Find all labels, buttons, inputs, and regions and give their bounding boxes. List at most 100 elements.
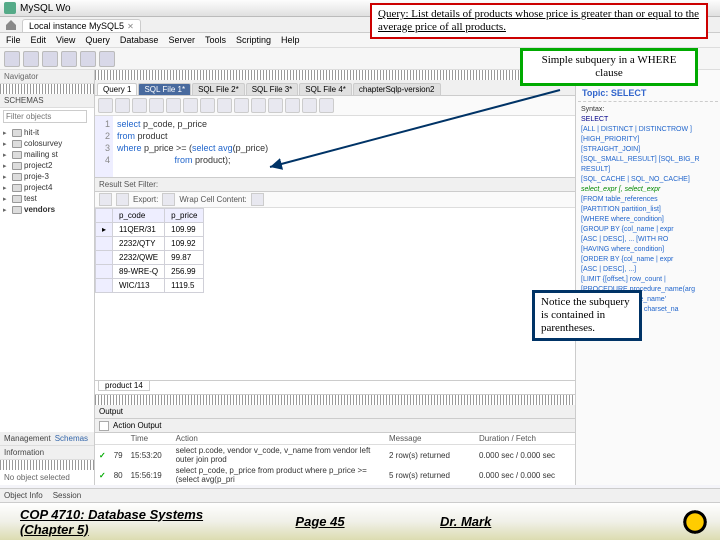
execute-current-icon[interactable] — [149, 98, 164, 113]
query-tab[interactable]: chapterSqlp-version2 — [353, 83, 441, 95]
export-icon[interactable] — [162, 193, 175, 206]
topic-label: Topic: — [582, 88, 608, 98]
footer-right: Dr. Mark — [380, 514, 680, 529]
status-bar: Object Info Session — [0, 488, 720, 502]
panel-divider — [95, 395, 575, 405]
filter-icon[interactable] — [116, 193, 129, 206]
wrap-icon[interactable] — [319, 98, 334, 113]
menu-file[interactable]: File — [6, 35, 21, 45]
output-row[interactable]: ✓7915:53:20select p.code, vendor v_code,… — [95, 445, 575, 466]
expand-icon[interactable]: ▸ — [3, 195, 10, 203]
open-sql-icon[interactable] — [23, 51, 39, 67]
find-icon[interactable] — [285, 98, 300, 113]
schema-filter-input[interactable] — [3, 110, 87, 123]
query-tab[interactable]: SQL File 1* — [138, 83, 191, 95]
schema-item[interactable]: ▸mailing st — [3, 149, 91, 160]
execute-icon[interactable] — [132, 98, 147, 113]
save-file-icon[interactable] — [115, 98, 130, 113]
database-icon — [12, 206, 22, 214]
explain-icon[interactable] — [166, 98, 181, 113]
query-tab[interactable]: SQL File 3* — [246, 83, 299, 95]
object-info-label[interactable]: Object Info — [4, 491, 43, 500]
menu-server[interactable]: Server — [168, 35, 195, 45]
no-object-label: No object selected — [0, 470, 94, 485]
result-grid[interactable]: p_codep_price ▸11QER/31109.99 2232/QTY10… — [95, 208, 575, 380]
expand-icon[interactable]: ▸ — [3, 140, 10, 148]
menu-tools[interactable]: Tools — [205, 35, 226, 45]
new-view-icon[interactable] — [61, 51, 77, 67]
window-title: MySQL Wo — [20, 3, 71, 14]
schema-tree: ▸hit-it ▸colosurvey ▸mailing st ▸project… — [0, 125, 94, 432]
stop-icon[interactable] — [183, 98, 198, 113]
new-sql-icon[interactable] — [4, 51, 20, 67]
menu-edit[interactable]: Edit — [31, 35, 47, 45]
close-icon[interactable]: ✕ — [127, 22, 134, 31]
col-header[interactable]: p_price — [165, 209, 204, 223]
export-label: Export: — [133, 195, 158, 204]
commit-icon[interactable] — [200, 98, 215, 113]
grid-icon[interactable] — [99, 193, 112, 206]
query-toolbar — [95, 96, 575, 116]
expand-icon[interactable]: ▸ — [3, 162, 10, 170]
syntax-text: Syntax: SELECT [ALL | DISTINCT | DISTINC… — [578, 102, 718, 318]
invisible-icon[interactable] — [302, 98, 317, 113]
logo-icon — [680, 507, 710, 537]
context-help-panel: ◂ ▸ SELECT Topic: SELECT Syntax: SELECT … — [575, 70, 720, 485]
table-row[interactable]: WIC/1131119.5 — [96, 279, 204, 293]
home-icon[interactable] — [4, 18, 18, 32]
schema-item[interactable]: ▸proje-3 — [3, 171, 91, 182]
query-tab[interactable]: SQL File 2* — [192, 83, 245, 95]
session-label[interactable]: Session — [53, 491, 81, 500]
code-area[interactable]: select p_code, p_price from product wher… — [113, 116, 575, 177]
success-icon: ✓ — [95, 465, 110, 485]
query-tab[interactable]: SQL File 4* — [299, 83, 352, 95]
menu-view[interactable]: View — [56, 35, 75, 45]
menu-database[interactable]: Database — [120, 35, 159, 45]
beautify-icon[interactable] — [268, 98, 283, 113]
schema-item[interactable]: ▸hit-it — [3, 127, 91, 138]
table-row[interactable]: 2232/QWE99.87 — [96, 251, 204, 265]
rollback-icon[interactable] — [217, 98, 232, 113]
autocommit-icon[interactable] — [234, 98, 249, 113]
schema-item[interactable]: ▸test — [3, 193, 91, 204]
expand-icon[interactable]: ▸ — [3, 184, 10, 192]
database-icon — [12, 184, 22, 192]
output-row[interactable]: ✓8015:56:19select p_code, p_price from p… — [95, 465, 575, 485]
expand-icon[interactable]: ▸ — [3, 151, 10, 159]
menu-query[interactable]: Query — [85, 35, 110, 45]
database-icon — [12, 129, 22, 137]
schema-item[interactable]: ▸vendors — [3, 204, 91, 215]
open-file-icon[interactable] — [98, 98, 113, 113]
management-tab[interactable]: Management — [4, 434, 51, 443]
sql-editor[interactable]: 1234 select p_code, p_price from product… — [95, 116, 575, 178]
query-tab[interactable]: Query 1 — [97, 83, 137, 95]
navigator-header: Navigator — [0, 70, 94, 84]
annotation-query: Query: List details of products whose pr… — [370, 3, 708, 39]
new-proc-icon[interactable] — [80, 51, 96, 67]
schema-item[interactable]: ▸project4 — [3, 182, 91, 193]
schema-item[interactable]: ▸colosurvey — [3, 138, 91, 149]
schema-item[interactable]: ▸project2 — [3, 160, 91, 171]
table-row[interactable]: 2232/QTY109.92 — [96, 237, 204, 251]
col-header[interactable]: p_code — [113, 209, 165, 223]
schemas-tab[interactable]: Schemas — [55, 434, 88, 443]
wrap-label: Wrap Cell Content: — [179, 195, 246, 204]
output-type-dropdown[interactable] — [99, 421, 109, 431]
new-func-icon[interactable] — [99, 51, 115, 67]
wrap-toggle-icon[interactable] — [251, 193, 264, 206]
new-table-icon[interactable] — [42, 51, 58, 67]
result-tab[interactable]: product 14 — [98, 381, 150, 391]
menu-scripting[interactable]: Scripting — [236, 35, 271, 45]
result-tab-strip: product 14 — [95, 380, 575, 394]
expand-icon[interactable]: ▸ — [3, 173, 10, 181]
table-row[interactable]: 89-WRE-Q256.99 — [96, 265, 204, 279]
limit-icon[interactable] — [251, 98, 266, 113]
expand-icon[interactable]: ▸ — [3, 129, 10, 137]
annotation-subquery: Simple subquery in a WHERE clause — [520, 48, 698, 86]
connection-tab-label: Local instance MySQL5 — [29, 21, 124, 31]
connection-tab[interactable]: Local instance MySQL5✕ — [22, 19, 141, 32]
table-row[interactable]: ▸11QER/31109.99 — [96, 223, 204, 237]
panel-divider — [95, 70, 575, 80]
menu-help[interactable]: Help — [281, 35, 300, 45]
expand-icon[interactable]: ▸ — [3, 206, 10, 214]
